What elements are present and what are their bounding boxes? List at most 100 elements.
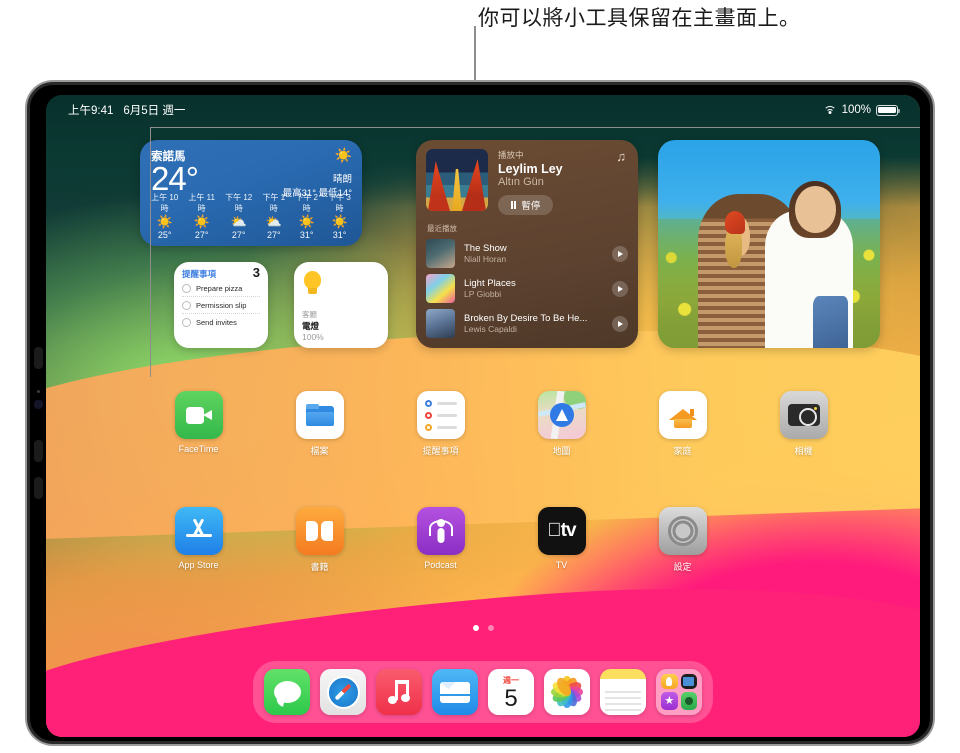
home-brightness: 100% — [302, 332, 324, 342]
page-dot[interactable] — [487, 625, 494, 631]
checkbox-icon[interactable] — [182, 317, 191, 327]
app-grid: FaceTime 檔案 提醒事項 地圖 家庭 相機 App Store 書籍 P… — [46, 391, 920, 573]
album-artwork — [426, 309, 455, 338]
pause-button[interactable]: 暫停 — [498, 195, 554, 215]
app-facetime[interactable]: FaceTime — [138, 391, 259, 457]
photos-icon[interactable] — [544, 669, 590, 715]
app-label: Podcast — [424, 560, 457, 570]
forecast-time: 上午 10 時 — [151, 193, 179, 213]
checkbox-icon[interactable] — [182, 300, 191, 310]
forecast-time: 下午 12 時 — [225, 193, 253, 213]
tv-icon[interactable]: tv — [537, 507, 586, 555]
track-artist: Altın Gün — [498, 176, 544, 188]
home-room-name: 客廳 — [302, 310, 317, 319]
play-icon[interactable] — [612, 245, 628, 262]
checkbox-icon[interactable] — [182, 283, 191, 293]
maps-icon[interactable] — [537, 391, 586, 439]
recent-track-artist: Lewis Capaldi — [464, 324, 517, 334]
appstore-icon[interactable] — [174, 507, 223, 555]
recent-track-row[interactable]: Broken By Desire To Be He... Lewis Capal… — [416, 306, 638, 341]
volume-down-button[interactable] — [34, 440, 43, 462]
page-dot-active[interactable] — [472, 625, 479, 631]
app-books[interactable]: 書籍 — [259, 507, 380, 573]
side-button[interactable] — [34, 477, 43, 499]
reminder-item[interactable]: Send invites — [182, 314, 260, 330]
podcast-icon[interactable] — [416, 507, 465, 555]
app-camera[interactable]: 相機 — [743, 391, 864, 457]
files-icon[interactable] — [295, 391, 344, 439]
app-label: 設定 — [673, 562, 692, 572]
safari-icon[interactable] — [320, 669, 366, 715]
music-icon[interactable] — [376, 669, 422, 715]
recently-played-label: 最近播放 — [427, 224, 457, 233]
app-podcast[interactable]: Podcast — [380, 507, 501, 573]
recent-track-title: Broken By Desire To Be He... — [464, 313, 588, 324]
battery-icon — [876, 104, 900, 116]
ipad-screen: 上午9:41 6月5日 週一 100% 索諾馬 24° ☀️ 晴朗 最高31° … — [46, 95, 920, 737]
apple-logo-icon:  — [547, 520, 561, 542]
forecast-time: 上午 11 時 — [188, 193, 215, 213]
facetime-icon[interactable] — [174, 391, 223, 439]
reminder-item[interactable]: Permission slip — [182, 297, 260, 314]
music-widget[interactable]: ♫ 播放中 Leylim Ley Altın Gün 暫停 最近播放 The S… — [416, 140, 638, 348]
play-icon[interactable] — [612, 315, 628, 332]
sun-icon: ☀️ — [156, 214, 173, 229]
reminders-widget-title: 提醒事項 — [182, 269, 217, 279]
app-label: 提醒事項 — [422, 446, 459, 456]
settings-icon[interactable] — [658, 507, 707, 555]
messages-icon[interactable] — [264, 669, 310, 715]
app-maps[interactable]: 地圖 — [501, 391, 622, 457]
sun-cloud-icon: ⛅ — [265, 214, 282, 229]
app-label: 家庭 — [673, 446, 692, 456]
pause-label: 暫停 — [521, 201, 541, 212]
app-folder-icon[interactable]: ★ — [656, 669, 702, 715]
sun-icon: ☀️ — [334, 147, 352, 163]
mail-icon[interactable] — [432, 669, 478, 715]
app-label: TV — [555, 560, 568, 570]
app-label: FaceTime — [178, 444, 219, 454]
recent-track-title: Light Places — [464, 278, 516, 289]
track-title: Leylim Ley — [498, 162, 563, 176]
notes-icon[interactable] — [600, 669, 646, 715]
recent-track-artist: LP Giobbi — [464, 289, 502, 299]
status-date: 6月5日 週一 — [123, 105, 186, 117]
app-reminders[interactable]: 提醒事項 — [380, 391, 501, 457]
forecast-temp: 27° — [266, 230, 281, 240]
recent-track-title: The Show — [464, 243, 507, 254]
calendar-icon[interactable]: 週一 5 — [488, 669, 534, 715]
weather-condition: 晴朗 — [332, 174, 352, 185]
recent-track-row[interactable]: Light Places LP Giobbi — [416, 271, 638, 306]
reminder-item[interactable]: Prepare pizza — [182, 280, 260, 297]
books-icon[interactable] — [295, 507, 344, 555]
sun-icon: ☀️ — [298, 214, 315, 229]
app-home[interactable]: 家庭 — [622, 391, 743, 457]
home-icon[interactable] — [658, 391, 707, 439]
app-files[interactable]: 檔案 — [259, 391, 380, 457]
app-settings[interactable]: 設定 — [622, 507, 743, 573]
forecast-hour: 下午 12 時 ⛅ 27° — [220, 192, 257, 240]
forecast-hour: 上午 10 時 ☀️ 25° — [146, 192, 183, 240]
now-playing-label: 播放中 — [498, 150, 524, 160]
forecast-temp: 27° — [231, 230, 246, 240]
volume-up-button[interactable] — [34, 347, 43, 369]
weather-widget[interactable]: 索諾馬 24° ☀️ 晴朗 最高31° 最低14° 上午 10 時 ☀️ 25°… — [140, 140, 362, 246]
photo-person-child — [764, 180, 854, 348]
status-time: 上午9:41 — [68, 105, 114, 117]
recent-track-row[interactable]: The Show Niall Horan — [416, 236, 638, 271]
photos-widget[interactable] — [658, 140, 880, 348]
album-artwork — [426, 149, 488, 211]
forecast-temp: 27° — [194, 230, 209, 240]
folder-mini-itunes-icon: ★ — [661, 691, 678, 710]
reminders-widget[interactable]: 提醒事項 3 Prepare pizza Permission slip Sen… — [174, 262, 268, 348]
reminders-icon[interactable] — [416, 391, 465, 439]
calendar-date: 5 — [504, 685, 518, 712]
forecast-time: 下午 2 時 — [295, 193, 318, 213]
home-widget[interactable]: 客廳 電燈 100% — [294, 262, 388, 348]
app-appstore[interactable]: App Store — [138, 507, 259, 573]
app-tv[interactable]: tv TV — [501, 507, 622, 573]
camera-icon[interactable] — [779, 391, 828, 439]
folder-mini-compass-icon — [680, 691, 697, 710]
play-icon[interactable] — [612, 280, 628, 297]
weather-hourly-forecast: 上午 10 時 ☀️ 25° 上午 11 時 ☀️ 27° 下午 12 時 ⛅ … — [140, 192, 362, 240]
reminder-text: Prepare pizza — [196, 283, 243, 293]
